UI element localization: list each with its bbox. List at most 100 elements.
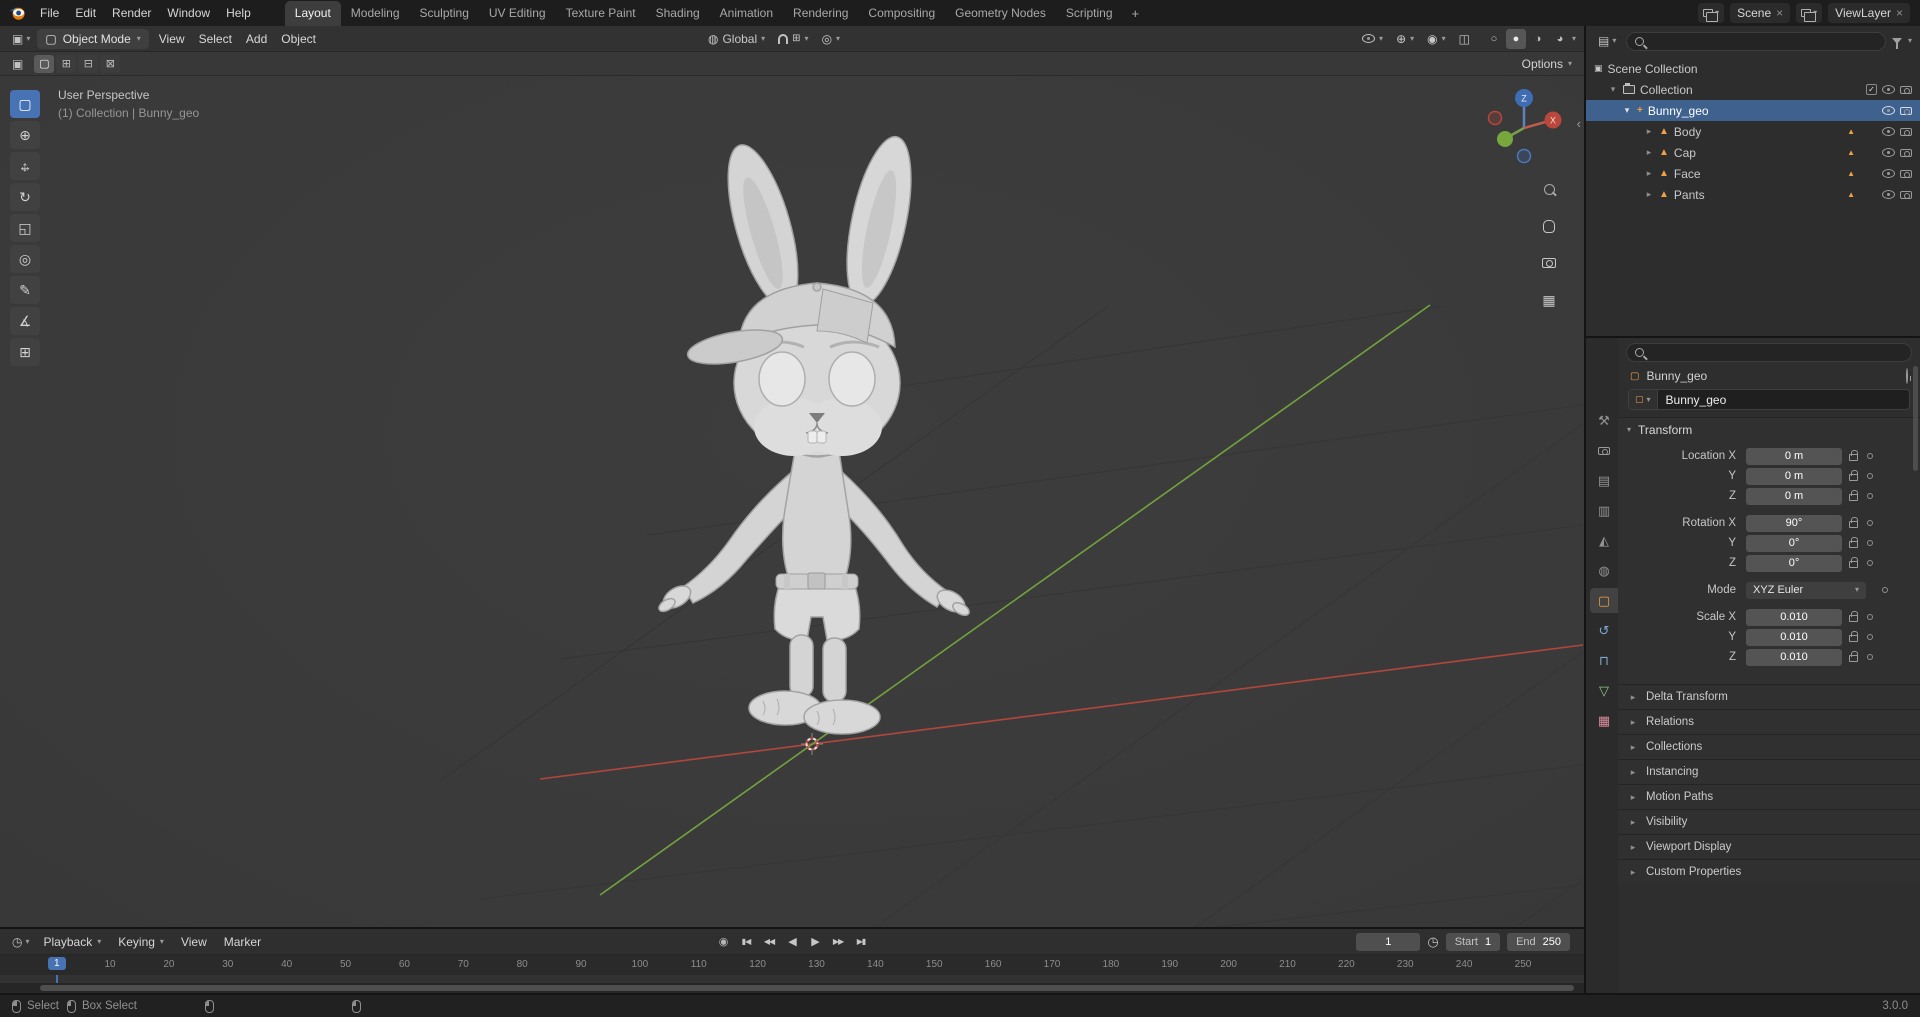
number-field[interactable]: 0.010 [1746,608,1842,626]
shading-solid-button[interactable]: ● [1505,28,1526,49]
tab-view-layer[interactable]: ▥ [1590,498,1618,523]
collection-row[interactable]: ▾ Collection ✓ [1586,79,1920,100]
number-field[interactable]: 0 m [1746,487,1842,505]
lock-icon[interactable] [1849,517,1858,528]
timeline-scrollbar[interactable] [0,983,1584,993]
topbar-menu-item[interactable]: Help [218,3,259,23]
lock-icon[interactable] [1849,631,1858,642]
chevron-down-icon[interactable]: ▾ [1908,37,1912,45]
mesh-object-row[interactable]: ▸ ▲ Cap ▲ [1586,142,1920,163]
object-name-field[interactable]: ▢ ▾ Bunny_geo [1628,389,1910,410]
tab-render[interactable] [1590,438,1618,463]
lock-icon[interactable] [1849,557,1858,568]
render-camera-icon[interactable] [1900,148,1912,157]
playhead[interactable]: 1 [48,957,66,970]
bunny-model[interactable] [645,111,985,761]
lock-icon[interactable] [1849,611,1858,622]
cursor-tool-button[interactable]: ⊕ [10,121,40,149]
topbar-menu-item[interactable]: Edit [67,3,104,23]
view-menu[interactable]: View [174,932,214,952]
scene-browse-button[interactable]: ▾ [1698,3,1725,23]
proportional-editing-toggle[interactable]: ◎ ▾ [817,30,846,48]
properties-section-header[interactable]: ▸ Delta Transform [1618,684,1920,709]
select-extend-button[interactable]: ⊞ [56,54,77,73]
render-camera-icon[interactable] [1900,169,1912,178]
workspace-tab[interactable]: Modeling [341,1,410,26]
disclosure-open-icon[interactable]: ▾ [1608,84,1618,95]
workspace-tab[interactable]: Rendering [783,1,858,26]
lock-icon[interactable] [1849,470,1858,481]
visibility-dropdown[interactable]: ▾ [1357,32,1388,45]
xray-toggle[interactable]: ◫ [1454,30,1475,48]
tab-object[interactable]: ▢ [1590,588,1618,613]
rotation-mode-dropdown[interactable]: XYZ Euler ▾ [1746,581,1866,599]
workspace-tab[interactable]: Layout [284,1,341,26]
options-dropdown[interactable]: Options ▾ [1522,57,1576,71]
tab-constraints[interactable]: ⊓ [1590,648,1618,673]
sidebar-toggle-icon[interactable]: ‹ [1577,116,1581,131]
rotate-tool-button[interactable]: ↻ [10,183,40,211]
record-button[interactable]: ◉ [713,933,733,951]
render-camera-icon[interactable] [1900,106,1912,115]
annotate-tool-button[interactable]: ✎ [10,276,40,304]
disclosure-open-icon[interactable]: ▾ [1622,105,1632,116]
jump-to-start-button[interactable]: ▮◀ [736,933,756,951]
timeline-scrollbar-handle[interactable] [40,985,1574,991]
animate-dot[interactable] [1867,634,1873,640]
properties-search-input[interactable] [1626,343,1912,362]
properties-section-header[interactable]: ▸ Visibility [1618,809,1920,834]
mesh-object-row[interactable]: ▸ ▲ Pants ▲ [1586,184,1920,205]
shading-rendered-button[interactable]: ◕ [1550,29,1570,49]
workspace-tab[interactable]: Sculpting [410,1,479,26]
orientation-dropdown[interactable]: ◍ Global ▾ [703,30,770,48]
topbar-menu-item[interactable]: Window [159,3,218,23]
scale-tool-button[interactable]: ◱ [10,214,40,242]
properties-scrollbar[interactable] [1913,366,1918,471]
playhead-line[interactable] [56,975,58,983]
disclosure-closed-icon[interactable]: ▸ [1644,189,1654,200]
topbar-menu-item[interactable]: File [32,3,67,23]
blender-logo-icon[interactable] [6,4,28,22]
timeline-editor-type-button[interactable]: ◷ ▾ [8,933,34,951]
animate-dot[interactable] [1867,453,1873,459]
play-button[interactable]: ▶ [805,933,825,951]
pan-hand-icon[interactable] [1538,215,1560,237]
playback-menu[interactable]: Playback ▾ [37,932,109,952]
object-browse-button[interactable]: ▢ ▾ [1629,390,1658,409]
shading-wireframe-button[interactable]: ○ [1484,29,1504,49]
transform-panel-header[interactable]: ▾ Transform [1618,418,1920,442]
number-field[interactable]: 90° [1746,514,1842,532]
visibility-eye-icon[interactable] [1882,148,1895,157]
prev-keyframe-button[interactable]: ◀◀ [759,933,779,951]
number-field[interactable]: 0 m [1746,467,1842,485]
end-frame-field[interactable]: End 250 [1507,932,1570,951]
viewport-menu-item[interactable]: Select [192,29,239,49]
animate-dot[interactable] [1882,587,1888,593]
transform-tool-button[interactable]: ◎ [10,245,40,273]
scene-selector[interactable]: Scene × [1730,3,1791,23]
properties-section-header[interactable]: ▸ Relations [1618,709,1920,734]
lock-icon[interactable] [1849,651,1858,662]
tab-tool[interactable]: ⚒ [1590,408,1618,433]
properties-section-header[interactable]: ▸ Custom Properties [1618,859,1920,884]
measure-tool-button[interactable]: ∡ [10,307,40,335]
pin-icon[interactable] [1906,368,1908,384]
visibility-eye-icon[interactable] [1882,190,1895,199]
workspace-tab[interactable]: Animation [710,1,783,26]
add-workspace-button[interactable]: + [1123,6,1149,21]
workspace-tab[interactable]: Geometry Nodes [945,1,1056,26]
properties-section-header[interactable]: ▸ Motion Paths [1618,784,1920,809]
outliner-editor-type-button[interactable]: ▤ ▾ [1594,32,1620,50]
visibility-eye-icon[interactable] [1882,85,1895,94]
animate-dot[interactable] [1867,560,1873,566]
tab-world[interactable]: ◍ [1590,558,1618,583]
number-field[interactable]: 0 m [1746,447,1842,465]
current-frame-field[interactable]: 1 [1356,932,1421,951]
animate-dot[interactable] [1867,654,1873,660]
outliner-search-input[interactable] [1626,31,1886,51]
shading-material-button[interactable]: ◑ [1528,29,1548,49]
filter-icon[interactable] [1891,38,1902,49]
workspace-tab[interactable]: Scripting [1056,1,1123,26]
visibility-eye-icon[interactable] [1882,127,1895,136]
scene-collection-row[interactable]: ▣ Scene Collection [1586,58,1920,79]
